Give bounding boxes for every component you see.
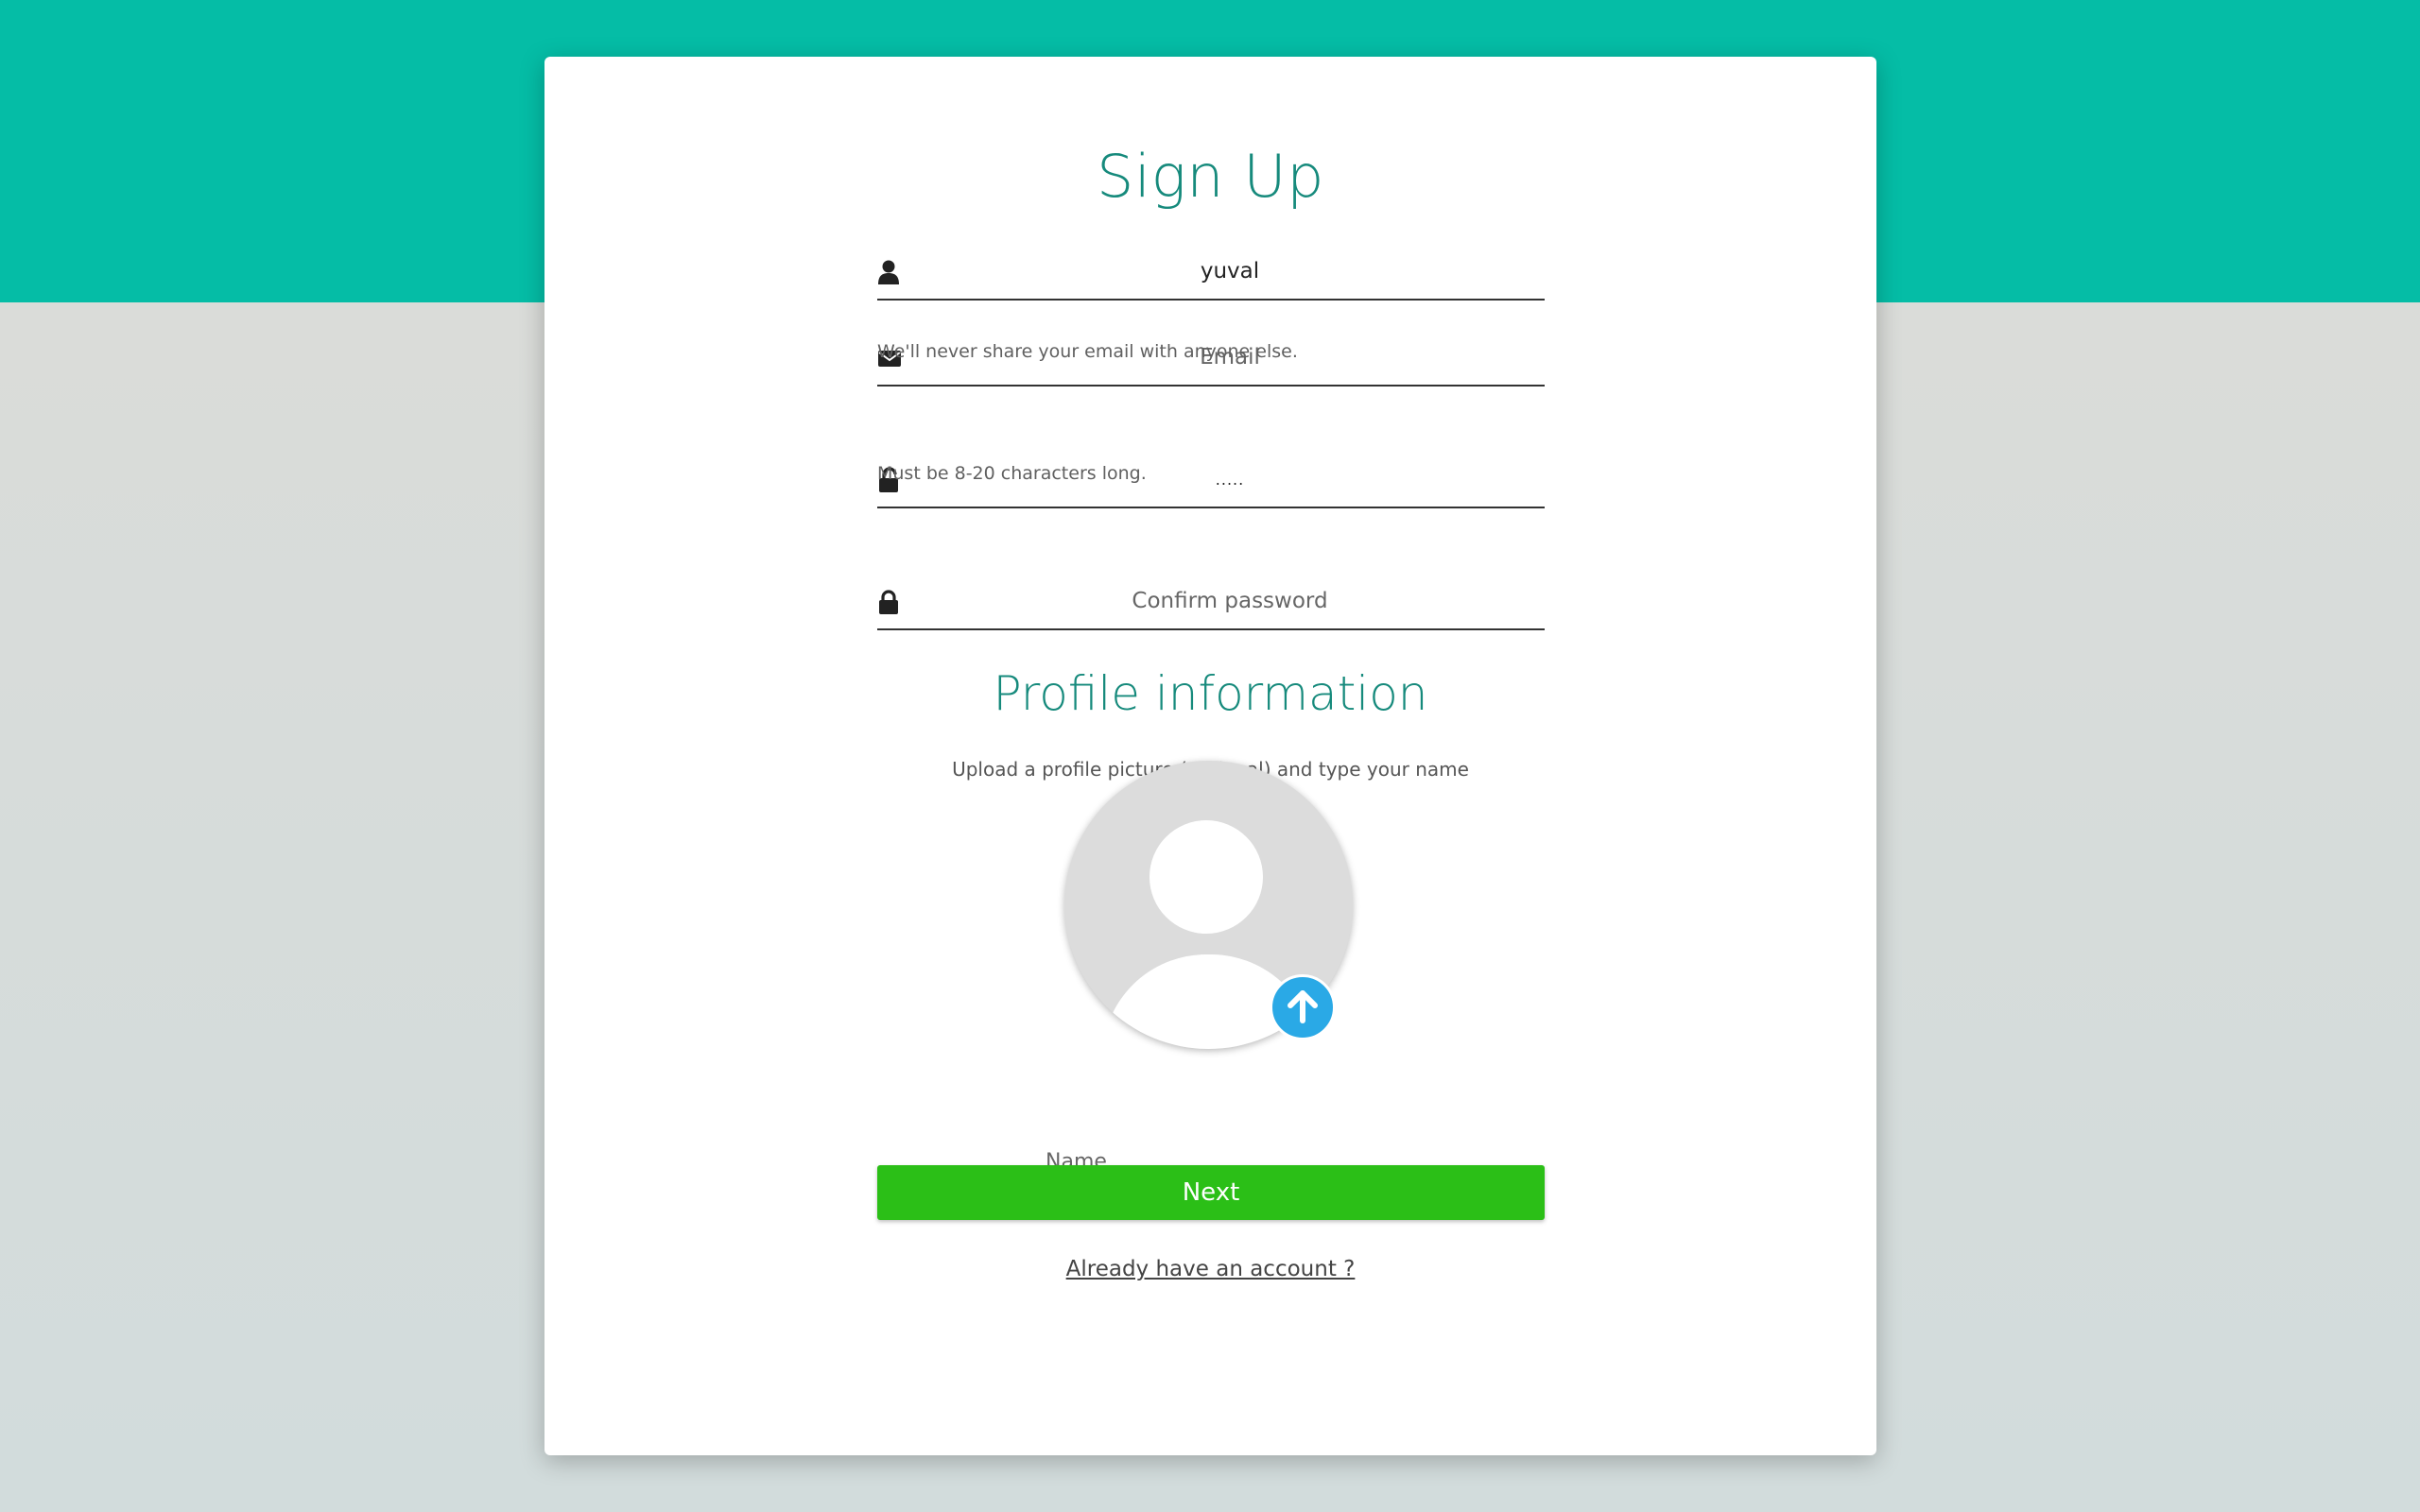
arrow-up-icon — [1284, 987, 1322, 1028]
confirm-password-field — [877, 576, 1545, 630]
avatar-head-shape — [1150, 820, 1263, 934]
profile-section-title: Profile information — [993, 666, 1428, 721]
password-help-text: Must be 8-20 characters long. — [877, 463, 1147, 484]
lock-icon — [877, 589, 900, 615]
upload-photo-button[interactable] — [1270, 974, 1336, 1040]
next-button[interactable]: Next — [877, 1165, 1545, 1220]
page-title: Sign Up — [1096, 142, 1325, 211]
confirm-password-input[interactable] — [915, 576, 1545, 627]
email-help-text: We'll never share your email with anyone… — [877, 341, 1298, 362]
user-icon — [877, 259, 900, 285]
login-link[interactable]: Already have an account ? — [544, 1257, 1876, 1281]
username-input[interactable] — [915, 246, 1545, 297]
signup-card: Sign Up We'll never share your email wit… — [544, 57, 1876, 1455]
username-field — [877, 246, 1545, 301]
